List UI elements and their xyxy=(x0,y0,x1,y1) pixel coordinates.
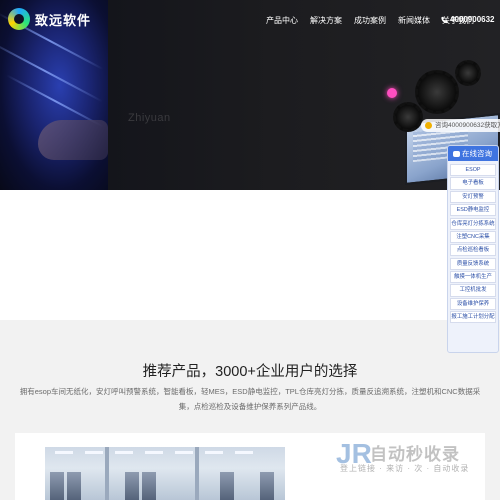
pillar xyxy=(105,447,109,500)
shelf xyxy=(220,472,234,500)
phone-consult-tag[interactable]: 咨询4000900632获取方案资料 xyxy=(421,119,500,132)
nav-item-cases[interactable]: 成功案例 xyxy=(354,15,386,26)
logo[interactable]: 致远软件 xyxy=(8,8,91,30)
laser-spark xyxy=(387,88,397,98)
ceiling-light xyxy=(85,451,103,454)
chat-icon xyxy=(453,151,460,157)
light-streak xyxy=(0,39,103,103)
ceiling-light xyxy=(55,451,73,454)
product-image[interactable] xyxy=(45,447,285,500)
watermark-subtitle: 登上链接 · 来访 · 次 · 自动收录 xyxy=(340,464,470,473)
online-consult-panel: 在线咨询 ESOP 电子看板 安灯预警 ESD静电监控 仓库亮灯分拣系统 注塑C… xyxy=(447,145,499,353)
ceiling-light xyxy=(115,451,133,454)
robot-camera-graphic xyxy=(415,70,459,114)
consult-list: ESOP 电子看板 安灯预警 ESD静电监控 仓库亮灯分拣系统 注塑CNC采集 … xyxy=(450,164,496,325)
shelf xyxy=(142,472,156,500)
watermark-title: 自动秒收录 xyxy=(370,445,460,464)
watermark: JR 自动秒收录 登上链接 · 来访 · 次 · 自动收录 xyxy=(336,438,486,484)
consult-item[interactable]: 安灯预警 xyxy=(450,190,496,203)
consult-item[interactable]: 设备维护保养 xyxy=(450,297,496,310)
page: Zhiyuan 咨询4000900632获取方案资料 致远软件 产品中心 解决方… xyxy=(0,0,500,500)
shelf xyxy=(67,472,81,500)
consult-item[interactable]: ESOP xyxy=(450,164,496,177)
logo-text: 致远软件 xyxy=(35,12,92,28)
ceiling-light xyxy=(235,451,253,454)
consult-item[interactable]: 电子看板 xyxy=(450,177,496,190)
pillar xyxy=(195,447,199,500)
consult-item[interactable]: 质量反馈系统 xyxy=(450,257,496,270)
ceiling-light xyxy=(175,451,193,454)
consult-item[interactable]: 工控机批发 xyxy=(450,284,496,297)
shelf xyxy=(125,472,139,500)
hand-graphic xyxy=(38,120,108,160)
nav-item-products[interactable]: 产品中心 xyxy=(266,15,298,26)
consult-item[interactable]: 注塑CNC采集 xyxy=(450,230,496,244)
consult-item[interactable]: 触摸一体机生产 xyxy=(450,271,496,284)
shelf xyxy=(260,472,274,500)
phone-icon xyxy=(441,16,448,23)
nav-item-solutions[interactable]: 解决方案 xyxy=(310,15,342,26)
consult-item[interactable]: 仓库亮灯分拣系统 xyxy=(450,217,496,230)
site-header: 致远软件 产品中心 解决方案 成功案例 新闻媒体 关于我们 4000900632 xyxy=(0,0,500,42)
consult-header[interactable]: 在线咨询 xyxy=(448,146,498,161)
logo-icon xyxy=(8,8,30,30)
ceiling-light xyxy=(205,451,223,454)
robot-camera-graphic xyxy=(455,60,481,86)
section-title: 推荐产品，3000+企业用户的选择 xyxy=(142,364,358,380)
consult-item[interactable]: 报工施工计划分配 xyxy=(450,311,496,324)
consult-title: 在线咨询 xyxy=(462,149,492,158)
hero-subtitle: Zhiyuan xyxy=(128,112,171,124)
nav-item-news[interactable]: 新闻媒体 xyxy=(398,15,430,26)
ceiling-light xyxy=(145,451,163,454)
header-phone-number: 4000900632 xyxy=(450,15,495,24)
consult-item[interactable]: ESD静电监控 xyxy=(450,204,496,217)
header-phone[interactable]: 4000900632 xyxy=(441,15,495,24)
consult-item[interactable]: 点检巡检看板 xyxy=(450,244,496,257)
section-description: 拥有esop车间无纸化，安灯呼叫预警系统，智能看板，轻MES，ESD静电监控，T… xyxy=(19,387,481,411)
robot-camera-graphic xyxy=(393,102,423,132)
shelf xyxy=(50,472,64,500)
